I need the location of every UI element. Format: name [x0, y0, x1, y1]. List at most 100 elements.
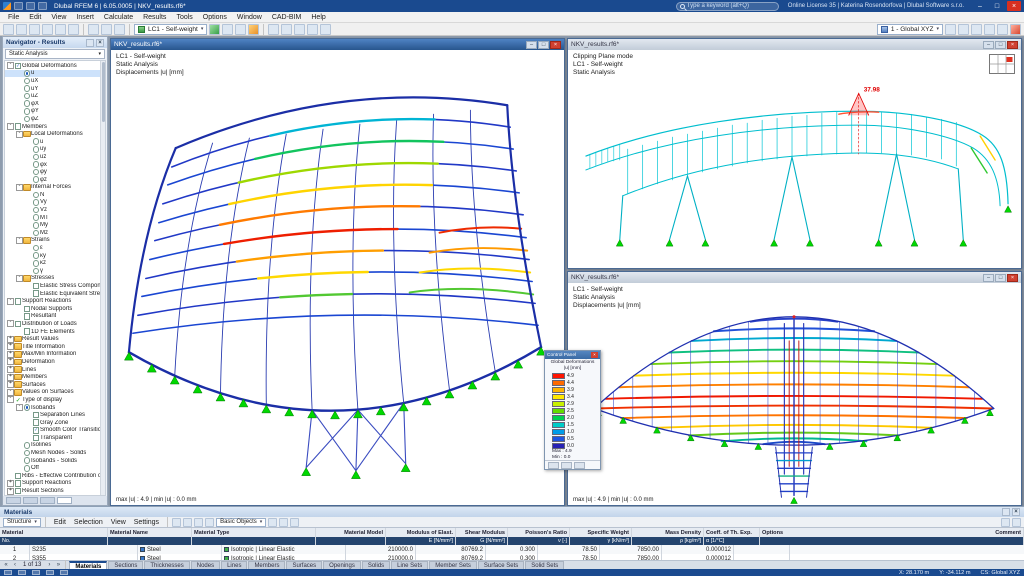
- tree-item[interactable]: Lines: [5, 366, 105, 374]
- tree-item-control[interactable]: [14, 123, 22, 130]
- ortho-toggle-icon[interactable]: [32, 570, 40, 575]
- navigator-scrollbar[interactable]: [100, 61, 105, 495]
- copy-icon[interactable]: [88, 23, 99, 35]
- column-header[interactable]: Specific Weight: [570, 528, 632, 537]
- tree-item-control[interactable]: [32, 260, 40, 267]
- zoom-window-icon[interactable]: [971, 23, 982, 35]
- open-file-icon[interactable]: [16, 23, 27, 35]
- menu-item[interactable]: Window: [232, 14, 267, 21]
- window-close-button[interactable]: ×: [1007, 40, 1018, 49]
- tree-item-control[interactable]: [32, 427, 40, 434]
- quick-redo-icon[interactable]: [38, 2, 47, 10]
- control-panel-close-icon[interactable]: ×: [591, 352, 598, 358]
- snap-icon[interactable]: [320, 23, 332, 35]
- legend-factors-button[interactable]: [561, 462, 572, 470]
- tree-item-control[interactable]: [32, 252, 40, 259]
- menu-item[interactable]: CAD-BIM: [267, 14, 307, 21]
- menu-item[interactable]: File: [3, 14, 24, 21]
- calculate-all-icon[interactable]: [209, 23, 221, 35]
- tree-item[interactable]: Result Values: [5, 335, 105, 343]
- main-3d-viewport[interactable]: LC1 - Self-weight Static Analysis Displa…: [111, 50, 564, 505]
- tree-item[interactable]: Elastic Equivalent Stress: [5, 290, 105, 298]
- table-tab[interactable]: Solid Sets: [525, 561, 565, 569]
- view-selector[interactable]: 1 - Global XYZ ▾: [876, 23, 943, 35]
- tree-item[interactable]: κy: [5, 252, 105, 260]
- tree-item-control[interactable]: [14, 343, 22, 350]
- clipping-grid-widget[interactable]: [989, 54, 1015, 76]
- tree-item[interactable]: Gray Zone: [5, 419, 105, 427]
- table-settings-icon[interactable]: [268, 517, 278, 527]
- app-maximize-button[interactable]: □: [990, 1, 1004, 11]
- table-tab[interactable]: Nodes: [190, 561, 221, 569]
- tree-item-control[interactable]: [32, 207, 40, 214]
- tree-item-control[interactable]: [14, 359, 22, 366]
- window-titlebar[interactable]: NKV_results.rf6* – □ ×: [568, 39, 1021, 50]
- tree-item-control[interactable]: [14, 473, 22, 480]
- tree-item[interactable]: Values on Surfaces: [5, 389, 105, 397]
- materials-close-icon[interactable]: ×: [1012, 508, 1020, 516]
- tree-item[interactable]: Elastic Stress Components: [5, 282, 105, 290]
- navigator-pin-icon[interactable]: [86, 38, 94, 47]
- tree-item-control[interactable]: [32, 192, 40, 199]
- expander-icon[interactable]: [7, 396, 14, 403]
- column-header[interactable]: Mass Density: [632, 528, 704, 537]
- table-scope-selector[interactable]: Structure ▾: [3, 517, 41, 527]
- menu-item[interactable]: Help: [306, 14, 330, 21]
- tree-item-control[interactable]: [14, 480, 22, 487]
- column-header[interactable]: Material Name: [108, 528, 192, 537]
- tree-item-control[interactable]: [14, 63, 22, 70]
- tree-item-control[interactable]: [23, 100, 31, 107]
- table-tab[interactable]: Openings: [323, 561, 361, 569]
- window-maximize-button[interactable]: □: [538, 40, 549, 49]
- tree-item-control[interactable]: [32, 169, 40, 176]
- menu-item[interactable]: Tools: [171, 14, 197, 21]
- tree-item[interactable]: Internal Forces: [5, 184, 105, 192]
- save-icon[interactable]: [29, 23, 40, 35]
- tree-item-control[interactable]: [23, 306, 31, 313]
- tree-item-control[interactable]: [14, 298, 22, 305]
- tree-item-control[interactable]: [14, 351, 22, 358]
- tree-item-control[interactable]: [23, 116, 31, 123]
- collapse-table-icon[interactable]: [1012, 517, 1021, 527]
- expander-icon[interactable]: [7, 123, 14, 130]
- tree-item-control[interactable]: [14, 321, 22, 328]
- materials-menu-item[interactable]: Edit: [50, 519, 70, 526]
- clipping-3d-viewport[interactable]: Clipping Plane mode LC1 - Self-weight St…: [568, 50, 1021, 268]
- tree-item-control[interactable]: [23, 78, 31, 85]
- expander-icon[interactable]: [7, 62, 14, 69]
- expander-icon[interactable]: [7, 366, 14, 373]
- tree-item-control[interactable]: [23, 184, 31, 191]
- tree-item-control[interactable]: [23, 457, 31, 464]
- insert-row-icon[interactable]: [172, 517, 182, 527]
- loads-icon[interactable]: [248, 23, 260, 35]
- column-header[interactable]: Material: [0, 528, 108, 537]
- tree-item[interactable]: φx: [5, 161, 105, 169]
- tree-item[interactable]: uz: [5, 153, 105, 161]
- app-minimize-button[interactable]: –: [973, 1, 987, 11]
- delete-icon[interactable]: [101, 23, 112, 35]
- tree-item-control[interactable]: [14, 488, 22, 495]
- tree-item[interactable]: Nodal Supports: [5, 305, 105, 313]
- tree-item[interactable]: Members: [5, 373, 105, 381]
- tree-item[interactable]: Mesh Nodes - Solids: [5, 449, 105, 457]
- keyword-search[interactable]: [675, 1, 779, 11]
- tree-item[interactable]: Global Deformations: [5, 62, 105, 70]
- table-tab[interactable]: Surfaces: [286, 561, 323, 569]
- table-tab[interactable]: Solids: [361, 561, 391, 569]
- show-results-icon[interactable]: [222, 23, 234, 35]
- tree-item-control[interactable]: [14, 389, 22, 396]
- tree-item[interactable]: ε: [5, 244, 105, 252]
- tree-item-control[interactable]: [23, 313, 31, 320]
- undo-icon[interactable]: [55, 23, 66, 35]
- grid-toggle-icon[interactable]: [18, 570, 26, 575]
- tree-item[interactable]: Isobands: [5, 404, 105, 412]
- expander-icon[interactable]: [7, 298, 14, 305]
- tree-item-control[interactable]: [14, 366, 22, 373]
- tree-item[interactable]: Vy: [5, 199, 105, 207]
- tree-item[interactable]: Result Sections: [5, 487, 105, 495]
- tree-item[interactable]: Distribution of Loads: [5, 320, 105, 328]
- tree-item[interactable]: 1D FE Elements: [5, 328, 105, 336]
- tree-item[interactable]: Isobands - Solids: [5, 457, 105, 465]
- tree-item[interactable]: Strains: [5, 237, 105, 245]
- menu-item[interactable]: Calculate: [99, 14, 138, 21]
